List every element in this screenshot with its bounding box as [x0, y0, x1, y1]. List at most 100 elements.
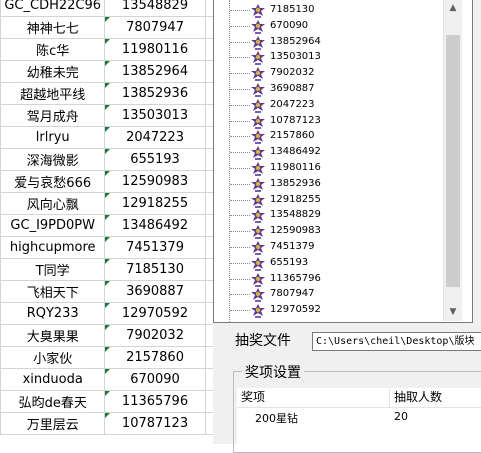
sheet-row: 深海微影 655193	[0, 148, 213, 171]
tree-vertical-scrollbar[interactable]: ▲ ▼	[443, 0, 462, 321]
prize-settings-title: 奖项设置	[242, 362, 304, 382]
column-header-item[interactable]: 奖项	[237, 388, 390, 407]
user-id-cell[interactable]: 2047223	[104, 126, 206, 149]
empty-cell[interactable]	[204, 82, 213, 105]
user-id-cell[interactable]: 13503013	[104, 104, 206, 127]
member-tree-list[interactable]: 7185130 670090 13852964 13503013 7902032 3690…	[213, 0, 473, 323]
empty-cell[interactable]	[204, 412, 213, 435]
tree-item-label: 11980116	[270, 162, 321, 173]
user-id-cell[interactable]: 7451379	[104, 236, 206, 259]
user-id-cell[interactable]: 13852964	[104, 60, 206, 83]
tree-item-label: 13486492	[270, 146, 321, 158]
empty-cell[interactable]	[204, 236, 213, 259]
tree-branch-line	[230, 25, 250, 27]
user-id-cell[interactable]: 13486492	[104, 214, 206, 237]
user-id-cell[interactable]: 3690887	[104, 280, 206, 303]
user-id-cell[interactable]: 12918255	[104, 192, 206, 215]
empty-cell[interactable]	[204, 368, 213, 391]
scroll-down-icon[interactable]: ▼	[444, 304, 462, 321]
nickname-cell[interactable]: 陈c华	[0, 38, 106, 61]
tree-item-label: 13852936	[270, 177, 321, 189]
nickname-cell[interactable]: 风向心飘	[0, 192, 106, 215]
prize-item-cell[interactable]: 200星钻	[255, 410, 298, 426]
user-id-cell[interactable]: 7185130	[104, 258, 206, 281]
empty-cell[interactable]	[204, 280, 213, 303]
scroll-up-icon[interactable]: ▲	[444, 0, 462, 17]
tree-branch-line	[230, 10, 250, 11]
user-id-cell[interactable]: 12590983	[104, 170, 206, 193]
column-header-count[interactable]: 抽取人数	[390, 388, 481, 407]
user-id-cell[interactable]: 7807947	[104, 16, 206, 39]
empty-cell[interactable]	[204, 192, 213, 215]
empty-cell[interactable]	[204, 126, 213, 149]
user-id-cell[interactable]: 11365796	[104, 390, 206, 413]
user-icon	[250, 272, 266, 288]
empty-cell[interactable]	[204, 258, 213, 281]
user-icon	[250, 82, 266, 98]
sheet-row: 弘昀de春天 11365796	[0, 390, 213, 413]
spreadsheet-grid[interactable]: GC_CDH22C96 13548829 神神七七 7807947 陈c华 1198011…	[0, 0, 213, 444]
prize-count-cell[interactable]: 20	[394, 410, 408, 423]
tree-item-label: 7807947	[270, 288, 315, 300]
nickname-cell[interactable]: 小家伙	[0, 346, 106, 369]
user-id-cell[interactable]: 655193	[104, 148, 206, 171]
user-id-cell[interactable]: 670090	[104, 368, 206, 391]
nickname-cell[interactable]: 超越地平线	[0, 82, 106, 105]
empty-cell[interactable]	[204, 148, 213, 171]
sheet-row: 万里层云 10787123	[0, 412, 213, 435]
tree-branch-line	[230, 278, 250, 280]
nickname-cell[interactable]: xinduoda	[0, 368, 106, 391]
user-id-cell[interactable]: 2157860	[104, 346, 206, 369]
tree-branch-line	[230, 89, 250, 90]
nickname-cell[interactable]: GC_CDH22C96	[0, 0, 106, 17]
sheet-row: xinduoda 670090	[0, 368, 213, 391]
user-id-cell[interactable]: 13852936	[104, 82, 206, 105]
empty-cell[interactable]	[204, 60, 213, 83]
nickname-cell[interactable]: GC_I9PD0PW	[0, 214, 106, 237]
nickname-cell[interactable]: T同学	[0, 258, 106, 281]
empty-cell[interactable]	[204, 302, 213, 325]
tree-item-label: 11365796	[270, 272, 321, 284]
empty-cell[interactable]	[204, 16, 213, 39]
tree-branch-line	[230, 310, 250, 312]
sheet-row: 飞相天下 3690887	[0, 280, 213, 303]
nickname-cell[interactable]: 幼稚未完	[0, 60, 106, 83]
empty-cell[interactable]	[204, 0, 213, 17]
empty-cell[interactable]	[204, 214, 213, 237]
nickname-cell[interactable]: 大臭果果	[0, 324, 106, 347]
empty-cell[interactable]	[204, 346, 213, 369]
sheet-row: 大臭果果 7902032	[0, 324, 213, 347]
tree-item-label: 3690887	[270, 83, 315, 94]
scrollbar-thumb[interactable]	[446, 35, 460, 287]
nickname-cell[interactable]: 深海微影	[0, 148, 106, 171]
nickname-cell[interactable]: RQY233	[0, 302, 106, 325]
empty-cell[interactable]	[204, 38, 213, 61]
user-id-cell[interactable]: 10787123	[104, 412, 206, 435]
tree-item[interactable]: 12970592	[214, 302, 444, 320]
lottery-file-path-field[interactable]: C:\Users\cheil\Desktop\版块	[312, 332, 481, 351]
user-id-cell[interactable]: 13548829	[104, 0, 206, 17]
sheet-row: 小家伙 2157860	[0, 346, 213, 369]
empty-cell[interactable]	[204, 104, 213, 127]
nickname-cell[interactable]: highcupmore	[0, 236, 106, 259]
nickname-cell[interactable]: 飞相天下	[0, 280, 106, 303]
empty-cell[interactable]	[204, 324, 213, 347]
tree-item-label: 2157860	[270, 130, 315, 142]
prize-table[interactable]: 奖项 抽取人数 200星钻 20	[237, 388, 481, 444]
tree-branch-line	[230, 152, 250, 154]
tree-branch-line	[230, 262, 250, 264]
tree-branch-line	[230, 247, 250, 248]
empty-cell[interactable]	[204, 390, 213, 413]
user-id-cell[interactable]: 11980116	[104, 38, 206, 61]
nickname-cell[interactable]: 驾月成舟	[0, 104, 106, 127]
empty-cell[interactable]	[204, 170, 213, 193]
user-id-cell[interactable]: 12970592	[104, 302, 206, 325]
nickname-cell[interactable]: 万里层云	[0, 412, 106, 435]
nickname-cell[interactable]: lrlryu	[0, 126, 106, 149]
nickname-cell[interactable]: 爱与哀愁666	[0, 170, 106, 193]
nickname-cell[interactable]: 弘昀de春天	[0, 390, 106, 413]
nickname-cell[interactable]: 神神七七	[0, 16, 106, 39]
tree-item-label: 670090	[270, 19, 309, 31]
member-tree-popup[interactable]: 7185130 670090 13852964 13503013 7902032 3690…	[213, 0, 481, 331]
user-id-cell[interactable]: 7902032	[104, 324, 206, 347]
